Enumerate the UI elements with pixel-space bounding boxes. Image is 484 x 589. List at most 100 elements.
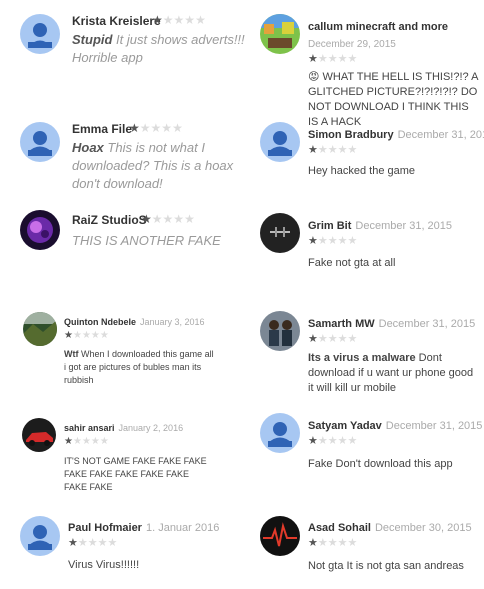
- star-empty-icon: ★: [90, 330, 100, 341]
- star-filled-icon: ★: [64, 436, 73, 447]
- star-empty-icon: ★: [317, 235, 328, 247]
- star-filled-icon: ★: [308, 235, 318, 247]
- reviewer-name[interactable]: Simon BradburyDecember 31, 2015: [308, 129, 484, 141]
- star-empty-icon: ★: [151, 212, 163, 226]
- landscape-avatar-icon[interactable]: [23, 312, 57, 346]
- default-avatar-icon[interactable]: [20, 516, 60, 556]
- star-empty-icon: ★: [327, 333, 338, 345]
- star-empty-icon: ★: [139, 121, 151, 135]
- star-rating: ★★★★★: [308, 538, 357, 549]
- star-empty-icon: ★: [173, 212, 185, 226]
- review-text: THIS IS ANOTHER FAKE: [72, 233, 221, 248]
- star-empty-icon: ★: [97, 537, 108, 549]
- reviewer-name[interactable]: Paul Hofmaier 1. Januar 2016: [68, 522, 219, 534]
- review-text: Stupid It just shows adverts!!! Horrible…: [72, 32, 245, 65]
- reviewer-name[interactable]: Grim Bit December 31, 2015: [308, 220, 452, 232]
- reviewer-name[interactable]: Asad Sohail December 30, 2015: [308, 522, 472, 534]
- star-rating: ★★★★★: [308, 334, 357, 345]
- minecraft-avatar-icon[interactable]: [260, 14, 300, 54]
- star-empty-icon: ★: [337, 144, 348, 156]
- review-text: Not gta It is not gta san andreas: [308, 560, 464, 572]
- star-empty-icon: ★: [81, 330, 91, 341]
- star-filled-icon: ★: [308, 537, 318, 549]
- star-empty-icon: ★: [77, 537, 88, 549]
- star-empty-icon: ★: [162, 13, 174, 27]
- default-avatar-icon[interactable]: [260, 413, 300, 453]
- star-filled-icon: ★: [129, 121, 140, 135]
- star-empty-icon: ★: [317, 53, 328, 65]
- star-empty-icon: ★: [327, 435, 338, 447]
- star-empty-icon: ★: [173, 13, 185, 27]
- star-rating: ★★★★★: [129, 122, 183, 134]
- review-text: 😡 WHAT THE HELL IS THIS!?!? A GLITCHED P…: [308, 71, 478, 128]
- star-filled-icon: ★: [308, 144, 318, 156]
- star-rating: ★★★★★: [308, 54, 357, 65]
- star-rating: ★★★★★: [64, 331, 109, 341]
- star-filled-icon: ★: [308, 333, 318, 345]
- star-empty-icon: ★: [327, 53, 338, 65]
- reviewer-name[interactable]: Samarth MW December 31, 2015: [308, 318, 475, 330]
- star-empty-icon: ★: [337, 235, 348, 247]
- review-date: December 29, 2015: [308, 39, 396, 50]
- heartbeat-avatar-icon[interactable]: [260, 516, 300, 556]
- reviewer-name[interactable]: Satyam Yadav December 31, 2015: [308, 420, 482, 432]
- star-rating: ★★★★★: [152, 14, 206, 26]
- star-empty-icon: ★: [317, 435, 328, 447]
- star-filled-icon: ★: [68, 537, 78, 549]
- star-empty-icon: ★: [347, 537, 358, 549]
- reviewer-name[interactable]: callum minecraft and more: [308, 21, 448, 33]
- default-avatar-icon[interactable]: [20, 14, 60, 54]
- star-rating: ★★★★★: [68, 538, 117, 549]
- star-empty-icon: ★: [72, 330, 82, 341]
- star-empty-icon: ★: [99, 436, 109, 447]
- review-text: Hey hacked the game: [308, 165, 416, 177]
- reviewer-name[interactable]: Quinton Ndebele January 3, 2016: [64, 317, 205, 327]
- star-empty-icon: ★: [184, 212, 195, 226]
- star-empty-icon: ★: [195, 13, 206, 27]
- star-rating: ★★★★★: [308, 236, 357, 247]
- star-empty-icon: ★: [162, 212, 174, 226]
- star-filled-icon: ★: [64, 330, 73, 341]
- star-empty-icon: ★: [337, 333, 348, 345]
- star-empty-icon: ★: [337, 435, 348, 447]
- review-text: IT'S NOT GAME FAKE FAKE FAKE FAKE FAKE F…: [64, 456, 207, 492]
- reviewer-name[interactable]: sahir ansari January 2, 2016: [64, 423, 183, 433]
- star-empty-icon: ★: [90, 436, 100, 447]
- review-text: Virus Virus!!!!!!: [68, 559, 140, 571]
- car-avatar-icon[interactable]: [22, 418, 56, 452]
- star-rating: ★★★★★: [64, 437, 109, 447]
- review-text: Fake Don't download this app: [308, 458, 453, 470]
- dark-avatar-icon[interactable]: [260, 213, 300, 253]
- star-filled-icon: ★: [152, 13, 163, 27]
- star-empty-icon: ★: [347, 435, 358, 447]
- star-empty-icon: ★: [317, 537, 328, 549]
- reviewer-name[interactable]: Krista Kreislere: [72, 14, 161, 28]
- star-empty-icon: ★: [317, 333, 328, 345]
- default-avatar-icon[interactable]: [260, 122, 300, 162]
- review-text: Wtf When I downloaded this game all i go…: [64, 349, 214, 385]
- star-empty-icon: ★: [72, 436, 82, 447]
- purple-art-avatar-icon[interactable]: [20, 210, 60, 250]
- people-photo-avatar-icon[interactable]: [260, 311, 300, 351]
- star-empty-icon: ★: [161, 121, 173, 135]
- reviewer-name[interactable]: Emma File: [72, 122, 132, 136]
- star-empty-icon: ★: [150, 121, 162, 135]
- star-empty-icon: ★: [107, 537, 118, 549]
- star-empty-icon: ★: [337, 537, 348, 549]
- review-text: Hoax This is not what I downloaded? This…: [72, 140, 234, 191]
- star-empty-icon: ★: [172, 121, 183, 135]
- star-rating: ★★★★★: [141, 213, 195, 225]
- star-empty-icon: ★: [327, 537, 338, 549]
- review-text: Fake not gta at all: [308, 257, 396, 269]
- star-filled-icon: ★: [308, 435, 318, 447]
- reviewer-name[interactable]: RaiZ StudioS: [72, 213, 147, 227]
- star-empty-icon: ★: [347, 144, 358, 156]
- star-empty-icon: ★: [81, 436, 91, 447]
- star-empty-icon: ★: [347, 53, 358, 65]
- star-rating: ★★★★★: [308, 145, 357, 156]
- default-avatar-icon[interactable]: [20, 122, 60, 162]
- star-empty-icon: ★: [337, 53, 348, 65]
- star-empty-icon: ★: [317, 144, 328, 156]
- star-empty-icon: ★: [184, 13, 196, 27]
- star-filled-icon: ★: [308, 53, 318, 65]
